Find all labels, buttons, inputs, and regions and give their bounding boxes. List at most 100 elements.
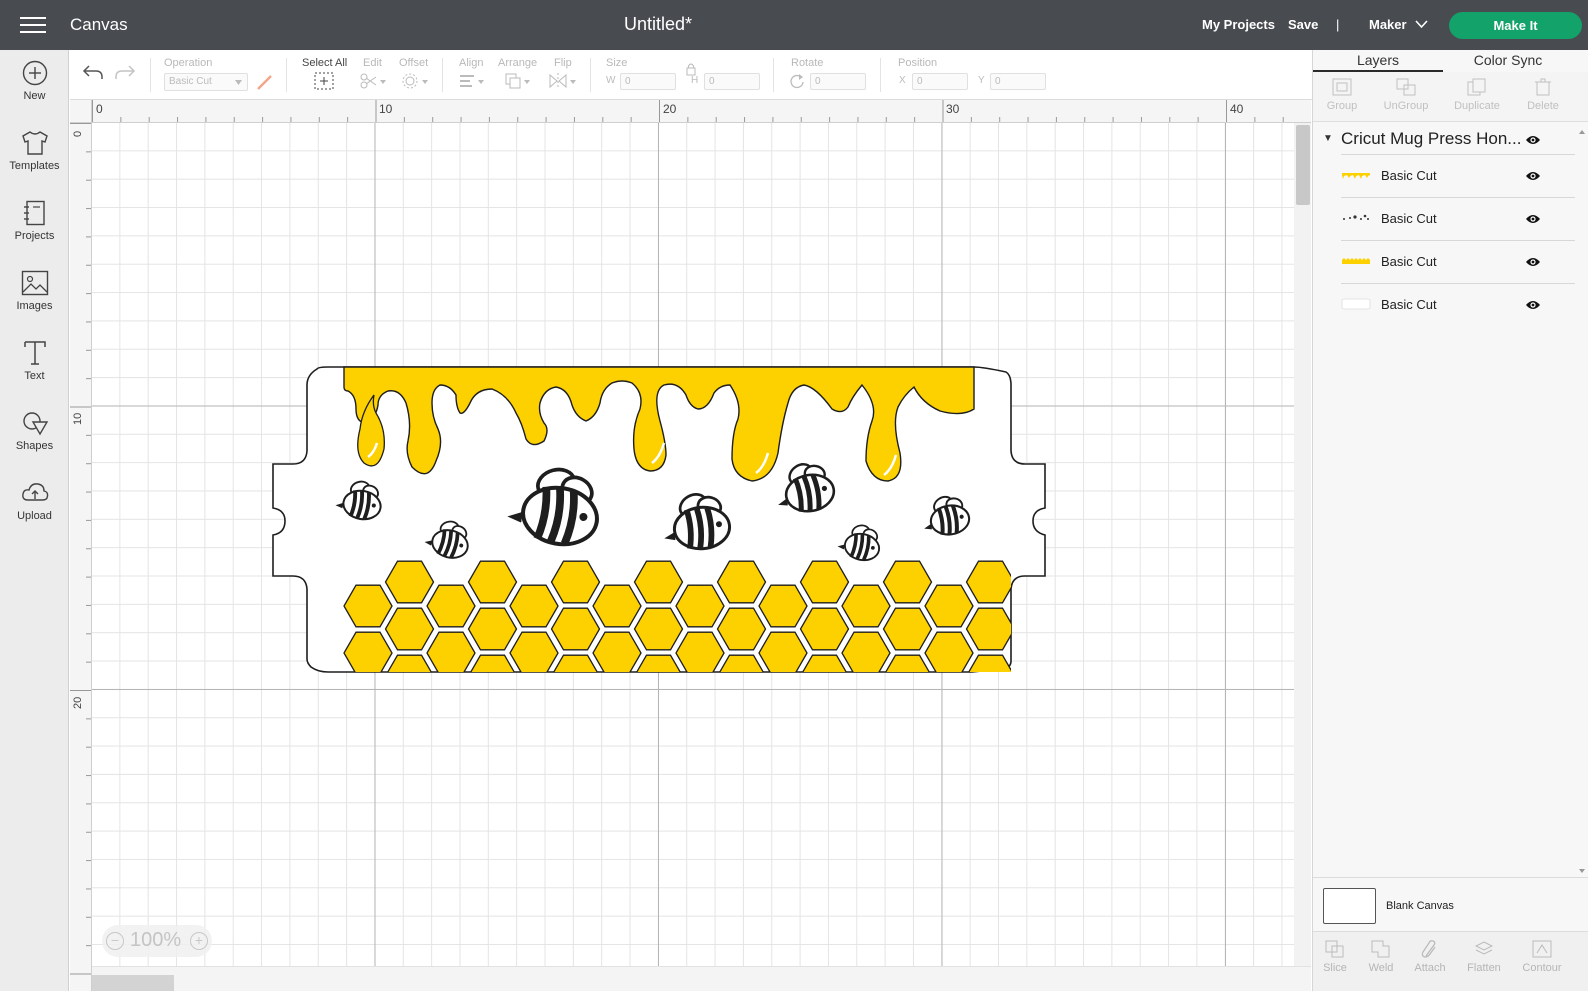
visibility-eye-icon[interactable] bbox=[1525, 171, 1541, 181]
visibility-eye-icon[interactable] bbox=[1525, 214, 1541, 224]
document-title[interactable]: Untitled* bbox=[560, 14, 756, 35]
weld-icon bbox=[1371, 940, 1390, 958]
visibility-eye-icon[interactable] bbox=[1525, 135, 1541, 145]
sidebar-label: Upload bbox=[17, 510, 52, 522]
make-it-button[interactable]: Make It bbox=[1449, 12, 1582, 39]
sidebar-label: New bbox=[23, 90, 46, 102]
duplicate-button[interactable]: Duplicate bbox=[1447, 78, 1507, 112]
arrange-icon[interactable] bbox=[504, 72, 532, 90]
panel-scrollbar[interactable] bbox=[1575, 127, 1588, 877]
edit-toolbar: Operation Basic Cut Select All Edit Offs… bbox=[70, 50, 1329, 100]
my-projects-link[interactable]: My Projects bbox=[1202, 17, 1275, 32]
layer-tools: Group UnGroup Duplicate Delete bbox=[1313, 72, 1588, 122]
flatten-button[interactable]: Flatten bbox=[1459, 940, 1509, 974]
sidebar-label: Templates bbox=[9, 160, 60, 172]
chevron-down-icon[interactable] bbox=[1415, 20, 1428, 29]
horizontal-scroll-thumb[interactable] bbox=[92, 975, 174, 991]
attach-button[interactable]: Attach bbox=[1405, 940, 1455, 974]
offset-label: Offset bbox=[399, 57, 429, 69]
save-link[interactable]: Save bbox=[1288, 17, 1318, 32]
group-icon bbox=[1332, 78, 1352, 96]
duplicate-icon bbox=[1467, 78, 1486, 96]
visibility-eye-icon[interactable] bbox=[1525, 257, 1541, 267]
contour-label: Contour bbox=[1522, 962, 1562, 974]
drips-thumb-icon bbox=[1342, 173, 1370, 179]
vertical-scrollbar[interactable] bbox=[1294, 123, 1311, 966]
lock-icon[interactable] bbox=[685, 62, 697, 76]
x-label: X bbox=[899, 75, 906, 86]
sidebar-item-templates[interactable]: Templates bbox=[0, 130, 69, 196]
layer-row[interactable]: Basic Cut bbox=[1341, 283, 1575, 326]
pen-color-icon[interactable] bbox=[255, 73, 273, 91]
sidebar-item-upload[interactable]: Upload bbox=[0, 480, 69, 546]
tab-layers[interactable]: Layers bbox=[1313, 50, 1443, 72]
visibility-eye-icon[interactable] bbox=[1525, 300, 1541, 310]
sidebar-item-new[interactable]: New bbox=[0, 60, 69, 126]
offset-icon[interactable] bbox=[401, 72, 429, 90]
redo-icon[interactable] bbox=[114, 63, 136, 81]
tab-color-sync[interactable]: Color Sync bbox=[1443, 50, 1573, 72]
ruler-label: 20 bbox=[72, 696, 84, 709]
slice-button[interactable]: Slice bbox=[1310, 940, 1360, 974]
group-button[interactable]: Group bbox=[1312, 78, 1372, 112]
layer-name: Basic Cut bbox=[1381, 297, 1437, 312]
ruler-label: 10 bbox=[72, 412, 84, 425]
ungroup-button[interactable]: UnGroup bbox=[1376, 78, 1436, 112]
layer-row[interactable]: Basic Cut bbox=[1341, 240, 1575, 283]
trash-icon bbox=[1535, 78, 1551, 96]
sidebar-item-text[interactable]: Text bbox=[0, 340, 69, 406]
width-label: W bbox=[606, 75, 616, 86]
zoom-out-button[interactable]: − bbox=[106, 932, 124, 950]
bottom-tools: Slice Weld Attach Flatten Contour bbox=[1313, 931, 1588, 991]
blank-canvas-row[interactable]: Blank Canvas bbox=[1313, 877, 1588, 939]
machine-selector[interactable]: Maker bbox=[1369, 17, 1407, 32]
hamburger-menu-icon[interactable] bbox=[20, 16, 46, 34]
cloud-upload-icon bbox=[21, 483, 48, 501]
undo-icon[interactable] bbox=[82, 63, 104, 81]
collapse-caret-icon[interactable]: ▼ bbox=[1323, 133, 1333, 144]
flip-icon[interactable] bbox=[548, 72, 578, 90]
sidebar-item-images[interactable]: Images bbox=[0, 270, 69, 336]
layer-row[interactable]: Basic Cut bbox=[1341, 154, 1575, 197]
delete-button[interactable]: Delete bbox=[1513, 78, 1573, 112]
weld-button[interactable]: Weld bbox=[1356, 940, 1406, 974]
design-canvas[interactable] bbox=[92, 123, 1311, 991]
shapes-icon bbox=[22, 412, 48, 436]
operation-label: Operation bbox=[164, 57, 213, 69]
y-position-input[interactable]: 0 bbox=[990, 73, 1046, 90]
image-icon bbox=[21, 270, 48, 296]
layer-group-row[interactable]: ▼ Cricut Mug Press Hon... bbox=[1313, 127, 1575, 153]
layer-row[interactable]: Basic Cut bbox=[1341, 197, 1575, 240]
vertical-scroll-thumb[interactable] bbox=[1296, 125, 1310, 205]
slice-icon bbox=[1325, 940, 1344, 958]
horizontal-scrollbar[interactable] bbox=[92, 966, 1311, 991]
top-bar: Canvas Untitled* My Projects Save | Make… bbox=[0, 0, 1588, 50]
zoom-in-button[interactable]: + bbox=[190, 932, 208, 950]
sidebar-label: Shapes bbox=[15, 440, 54, 452]
ungroup-label: UnGroup bbox=[1383, 100, 1429, 112]
contour-icon bbox=[1532, 940, 1552, 958]
mug-press-design[interactable] bbox=[92, 123, 1311, 991]
layer-name: Basic Cut bbox=[1381, 211, 1437, 226]
sidebar-item-shapes[interactable]: Shapes bbox=[0, 410, 69, 476]
delete-label: Delete bbox=[1527, 100, 1559, 112]
paperclip-icon bbox=[1421, 940, 1436, 958]
select-all-label: Select All bbox=[302, 57, 348, 69]
ruler-label: 10 bbox=[379, 102, 393, 116]
contour-button[interactable]: Contour bbox=[1517, 940, 1567, 974]
edit-scissors-icon[interactable] bbox=[359, 72, 387, 90]
x-position-input[interactable]: 0 bbox=[912, 73, 968, 90]
group-label: Group bbox=[1326, 100, 1358, 112]
rotate-input[interactable]: 0 bbox=[810, 73, 866, 90]
align-icon[interactable] bbox=[458, 72, 486, 90]
flip-label: Flip bbox=[554, 57, 572, 69]
sidebar-item-projects[interactable]: Projects bbox=[0, 200, 69, 266]
width-input[interactable]: 0 bbox=[620, 73, 676, 90]
rotate-label: Rotate bbox=[791, 57, 824, 69]
rotate-icon bbox=[790, 74, 804, 89]
y-label: Y bbox=[978, 75, 985, 86]
height-input[interactable]: 0 bbox=[704, 73, 760, 90]
blank-shape-thumb-icon bbox=[1341, 298, 1371, 310]
select-all-icon[interactable] bbox=[314, 72, 334, 90]
left-sidebar: New Templates Projects Images Text Shape… bbox=[0, 50, 69, 991]
